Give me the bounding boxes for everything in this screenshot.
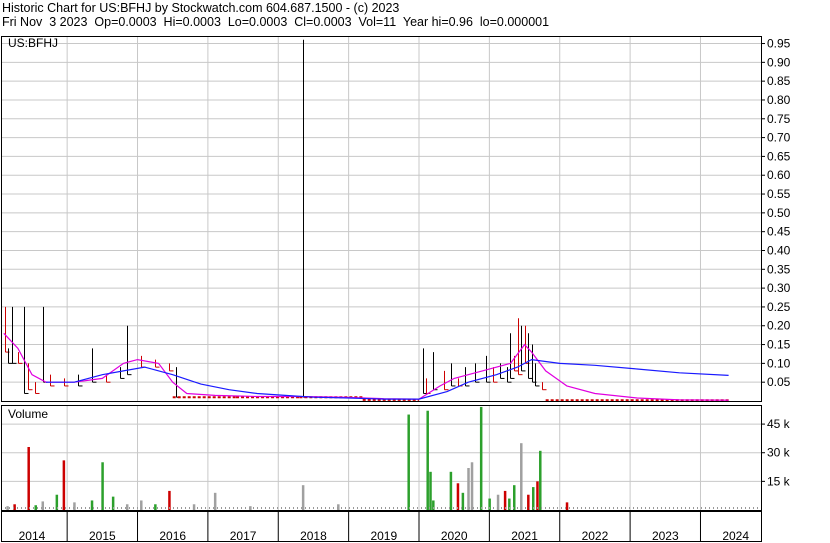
volume-bars	[1, 406, 761, 510]
volume-grid	[1, 405, 761, 510]
price-tick-label: 0.75	[767, 112, 791, 126]
price-tick-label: 0.05	[767, 375, 791, 389]
price-y-axis-ticks: 0.95 0.90 0.85 0.80 0.75 0.70 0.65 0.60 0.55 0.50…	[761, 37, 791, 389]
volume-tick-label: 45 k	[767, 417, 791, 431]
volume-bar	[125, 504, 129, 510]
volume-bar	[536, 481, 539, 510]
price-tick-label: 0.40	[767, 243, 791, 257]
volume-bar	[470, 462, 474, 510]
volume-bar	[301, 485, 305, 510]
volume-bar	[532, 487, 535, 510]
x-tick-label: 2022	[582, 529, 609, 543]
volume-bar	[213, 492, 217, 510]
volume-bar	[426, 410, 429, 510]
x-tick-label: 2020	[441, 529, 468, 543]
x-tick-label: 2015	[89, 529, 116, 543]
volume-bar	[467, 468, 470, 510]
x-tick-label: 2017	[230, 529, 257, 543]
price-panel-title: US:BFHJ	[8, 36, 58, 50]
price-tick-label: 0.15	[767, 338, 791, 352]
x-tick-label: 2016	[159, 529, 186, 543]
volume-bar	[520, 443, 523, 510]
price-tick-label: 0.65	[767, 149, 791, 163]
price-tick-label: 0.70	[767, 131, 791, 145]
volume-bar	[479, 406, 483, 510]
price-tick-label: 0.20	[767, 319, 791, 333]
volume-y-axis-ticks: 45 k 30 k 15 k	[761, 417, 791, 488]
price-tick-label: 0.45	[767, 225, 791, 239]
volume-bar	[429, 471, 432, 510]
volume-panel-frame	[1, 405, 762, 511]
price-tick-label: 0.55	[767, 187, 791, 201]
short-moving-average-line	[3, 332, 729, 401]
price-bars	[5, 39, 729, 402]
x-tick-label: 2019	[370, 529, 397, 543]
x-tick-label: 2021	[511, 529, 538, 543]
volume-tick-label: 15 k	[767, 474, 791, 488]
price-tick-label: 0.50	[767, 206, 791, 220]
volume-bar	[101, 462, 104, 510]
price-tick-label: 0.90	[767, 55, 791, 69]
volume-panel-title: Volume	[8, 407, 48, 421]
price-grid	[1, 36, 761, 401]
panel-frames	[1, 36, 762, 542]
long-moving-average-line	[46, 358, 729, 400]
price-tick-label: 0.80	[767, 93, 791, 107]
volume-bar	[90, 500, 94, 510]
x-tick-label: 2024	[722, 529, 749, 543]
volume-bar	[461, 492, 465, 510]
volume-bar	[449, 471, 453, 510]
volume-bar	[565, 502, 569, 510]
price-tick-label: 0.35	[767, 262, 791, 276]
volume-bar	[539, 450, 542, 510]
price-panel-frame	[1, 36, 762, 402]
x-tick-label: 2018	[300, 529, 327, 543]
price-tick-label: 0.30	[767, 281, 791, 295]
volume-bar	[62, 460, 66, 510]
moving-averages	[3, 332, 729, 401]
volume-bar	[513, 485, 516, 510]
price-tick-label: 0.85	[767, 74, 791, 88]
stock-chart: US:BFHJ Volume 0.950.900.850.800.750.700…	[1, 36, 791, 543]
volume-bar	[6, 506, 9, 510]
price-tick-label: 0.10	[767, 356, 791, 370]
price-tick-label: 0.95	[767, 37, 791, 51]
volume-bar	[27, 447, 30, 510]
volume-bar	[154, 504, 157, 510]
volume-bar	[34, 505, 37, 510]
x-tick-label: 2023	[652, 529, 679, 543]
volume-bar	[407, 414, 410, 510]
x-axis-ticks: 2014 2015 2016 2017 2018 2019 2020 2021 2022 2023…	[19, 511, 749, 543]
volume-bar	[456, 483, 460, 510]
x-tick-label: 2014	[19, 529, 46, 543]
price-tick-label: 0.60	[767, 168, 791, 182]
volume-tick-label: 30 k	[767, 446, 791, 460]
price-tick-label: 0.25	[767, 300, 791, 314]
